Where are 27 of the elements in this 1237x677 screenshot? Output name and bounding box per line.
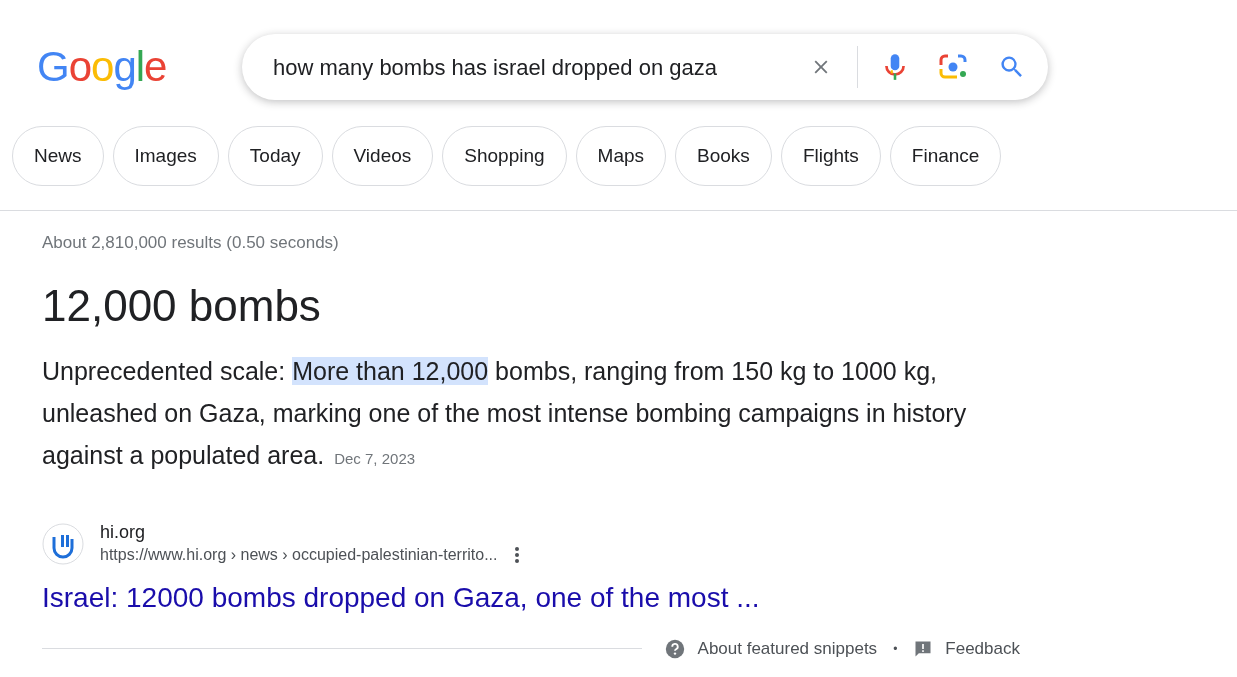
result-stats: About 2,810,000 results (0.50 seconds) (42, 232, 340, 254)
search-tab[interactable]: Books (675, 126, 772, 186)
site-url[interactable]: https://www.hi.org › news › occupied-palestinian-territo... (100, 544, 498, 566)
search-tab[interactable]: Finance (889, 126, 1002, 186)
help-icon[interactable] (663, 637, 686, 660)
microphone-icon[interactable] (882, 52, 908, 82)
search-tab[interactable]: Flights (780, 126, 881, 186)
google-logo[interactable]: Google (37, 46, 242, 88)
feedback-link[interactable]: Feedback (945, 636, 1020, 662)
search-tab[interactable]: Maps (575, 126, 667, 186)
search-tab[interactable]: Today (227, 126, 323, 186)
result-title-link[interactable]: Israel: 12000 bombs dropped on Gaza, one of the most ... (42, 580, 1237, 616)
search-tab[interactable]: Images (112, 126, 219, 186)
more-options-icon[interactable] (513, 546, 520, 564)
separator-dot: • (893, 640, 898, 658)
hand-logo-icon[interactable] (42, 523, 84, 565)
answer-heading: 12,000 bombs (42, 280, 322, 332)
search-tab[interactable]: News (12, 126, 104, 186)
snippet-text: Unprecedented scale: More than 12,000 bombs, ranging from 150 kg to 1000 kg, unleashed on Gaza, marking one of the most intense bombing campaigns in history against a populated area. Dec 7, 2023 (42, 356, 968, 471)
snippet-date: Dec 7, 2023 (334, 450, 416, 467)
search-field[interactable]: how many bombs has israel dropped on gaza (242, 34, 1048, 100)
search-tab[interactable]: Videos (331, 126, 434, 186)
camera-icon[interactable] (938, 53, 968, 81)
search-query: how many bombs has israel dropped on gaza (273, 53, 718, 82)
about-snippets-link[interactable]: About featured snippets (697, 636, 878, 662)
search-tab[interactable]: Shopping (442, 126, 567, 186)
site-name[interactable]: hi.org (100, 520, 520, 544)
